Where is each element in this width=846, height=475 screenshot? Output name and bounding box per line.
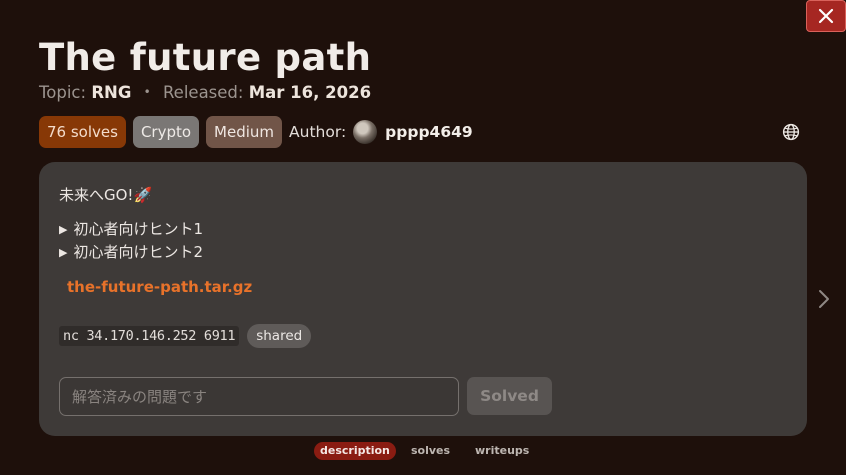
solved-button[interactable]: Solved bbox=[467, 377, 552, 415]
challenge-meta: Topic: RNG • Released: Mar 16, 2026 bbox=[39, 83, 371, 102]
shared-badge: shared bbox=[247, 324, 312, 348]
category-badge: Crypto bbox=[132, 116, 200, 148]
hint-toggle-1[interactable]: ▶ 初心者向けヒント1 bbox=[59, 218, 203, 239]
globe-icon[interactable] bbox=[782, 123, 800, 141]
topic-value: RNG bbox=[91, 83, 132, 102]
hint-label: 初心者向けヒント2 bbox=[73, 243, 204, 261]
connection-row: nc 34.170.146.252 6911 shared bbox=[59, 324, 312, 348]
author-name[interactable]: pppp4649 bbox=[385, 123, 473, 141]
challenge-modal: The future path Topic: RNG • Released: M… bbox=[0, 0, 846, 475]
triangle-right-icon: ▶ bbox=[59, 223, 68, 236]
description-card: 未来へGO!🚀 ▶ 初心者向けヒント1 ▶ 初心者向けヒント2 the-future… bbox=[39, 162, 807, 436]
author-label: Author: bbox=[289, 123, 347, 141]
author-avatar[interactable] bbox=[353, 120, 378, 144]
close-button[interactable] bbox=[806, 0, 846, 32]
attachment-link[interactable]: the-future-path.tar.gz bbox=[67, 278, 252, 296]
tab-writeups[interactable]: writeups bbox=[475, 442, 529, 460]
difficulty-badge: Medium bbox=[206, 116, 283, 148]
hint-toggle-2[interactable]: ▶ 初心者向けヒント2 bbox=[59, 241, 203, 262]
released-label: Released: bbox=[162, 83, 244, 102]
close-icon bbox=[818, 8, 834, 24]
tag-row: 76 solves Crypto Medium Author: pppp4649 bbox=[39, 116, 473, 148]
challenge-title: The future path bbox=[39, 36, 372, 79]
tab-description[interactable]: description bbox=[314, 442, 396, 460]
bottom-tab-bar: description solves writeups bbox=[0, 442, 846, 460]
chevron-right-icon[interactable] bbox=[817, 288, 831, 310]
triangle-right-icon: ▶ bbox=[59, 246, 68, 259]
flag-input[interactable] bbox=[59, 377, 459, 416]
hint-label: 初心者向けヒント1 bbox=[73, 220, 204, 238]
released-date: Mar 16, 2026 bbox=[248, 83, 372, 102]
tab-solves[interactable]: solves bbox=[411, 442, 450, 460]
meta-separator: • bbox=[143, 85, 151, 99]
connection-command[interactable]: nc 34.170.146.252 6911 bbox=[59, 326, 240, 346]
topic-label: Topic: bbox=[39, 83, 87, 102]
description-text: 未来へGO!🚀 bbox=[59, 186, 153, 204]
solves-badge[interactable]: 76 solves bbox=[39, 116, 126, 148]
